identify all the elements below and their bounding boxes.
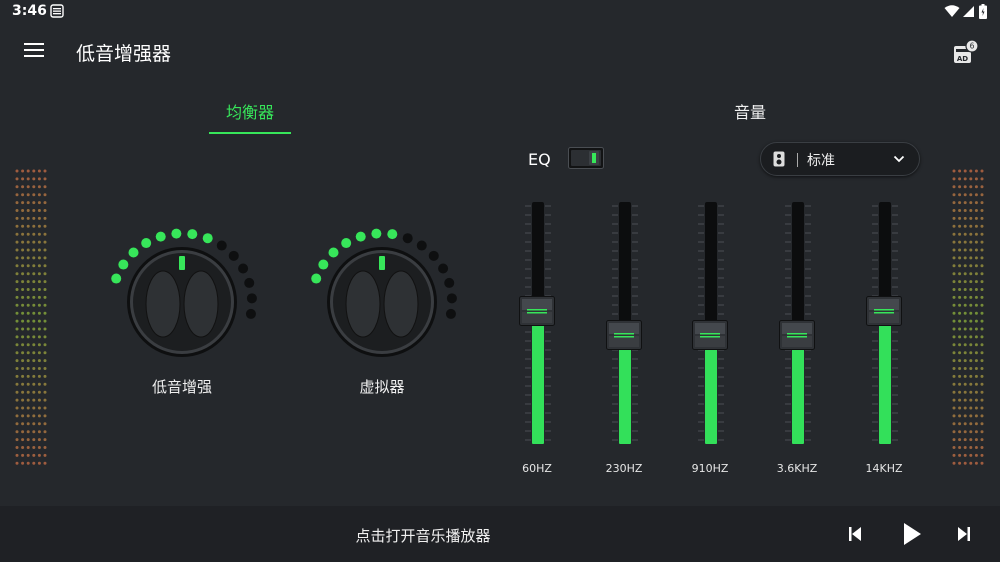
knob-level-dot-on (111, 273, 122, 284)
left-level-meter (15, 169, 47, 465)
knob-level-dot-on (155, 231, 166, 242)
eq-slider-handle[interactable] (519, 295, 555, 326)
eq-band-label: 910HZ (691, 462, 729, 475)
knob-level-dot-on (118, 259, 129, 270)
eq-toggle-switch[interactable] (568, 147, 604, 169)
knob-level-dot-off (244, 277, 255, 288)
knob-level-dot-off (216, 240, 227, 251)
svg-text:AD: AD (957, 55, 968, 63)
bass-boost-label: 低音增强 (151, 378, 212, 396)
knob-level-dot-on (202, 233, 213, 244)
play-icon[interactable] (902, 522, 922, 546)
tab-volume-label: 音量 (733, 103, 766, 122)
eq-slider-fill (879, 310, 891, 444)
knob-level-dot-off (246, 293, 257, 304)
knob-level-dot-off (245, 308, 256, 319)
preset-dropdown[interactable]: 标准 (760, 142, 920, 176)
knob-level-dot-off (238, 263, 249, 274)
next-track-icon[interactable] (957, 526, 971, 542)
eq-slider-fill (705, 335, 717, 444)
right-level-meter (952, 169, 984, 465)
eq-slider-handle[interactable] (866, 295, 902, 326)
remove-ads-icon[interactable]: AD 6 (950, 38, 980, 68)
virtualizer-knob-dial (311, 228, 457, 357)
eq-slider-14khz[interactable] (864, 200, 904, 448)
eq-slider-handle[interactable] (692, 320, 728, 351)
knob-level-dot-on (371, 228, 382, 239)
knob-level-dot-on (171, 228, 182, 239)
virtualizer-label: 虚拟器 (359, 378, 405, 396)
signal-icon (963, 6, 974, 17)
tab-volume[interactable]: 音量 (700, 96, 800, 134)
knob-level-dot-off (228, 250, 239, 261)
knob-level-dot-off (446, 293, 457, 304)
app-bar: 低音增强器 AD 6 (0, 24, 1000, 82)
speaker-icon (773, 151, 785, 167)
knob-level-dot-on (141, 238, 152, 249)
eq-slider-3.6khz[interactable] (777, 200, 817, 448)
eq-band-label: 60HZ (522, 462, 552, 475)
tab-equalizer[interactable]: 均衡器 (209, 96, 291, 134)
eq-slider-60hz[interactable] (517, 200, 557, 448)
svg-text:6: 6 (970, 42, 975, 51)
knob-level-dot-on (328, 247, 339, 258)
eq-slider-230hz[interactable] (604, 200, 644, 448)
player-bar: 点击打开音乐播放器 (0, 506, 1000, 562)
eq-slider-handle[interactable] (779, 320, 815, 351)
eq-label: EQ (528, 150, 551, 169)
battery-icon (979, 4, 987, 19)
knob-level-dot-off (416, 240, 427, 251)
virtualizer-knob[interactable] (302, 222, 462, 362)
previous-track-icon[interactable] (848, 526, 862, 542)
tab-equalizer-label: 均衡器 (225, 103, 274, 122)
eq-slider-fill (619, 335, 631, 444)
eq-slider-910hz[interactable] (690, 200, 730, 448)
knob-level-dot-on (387, 229, 398, 240)
status-bar: 3:46 (0, 0, 1000, 24)
eq-slider-fill (792, 335, 804, 444)
knob-level-dot-off (438, 263, 449, 274)
knob-level-dot-off (445, 308, 456, 319)
knob-level-dot-on (187, 229, 198, 240)
chevron-down-icon (893, 155, 905, 163)
eq-slider-handle[interactable] (606, 320, 642, 351)
knob-level-dot-on (311, 273, 322, 284)
preset-separator (797, 153, 798, 167)
knob-level-dot-on (341, 238, 352, 249)
knob-level-dot-off (428, 250, 439, 261)
preset-label: 标准 (807, 153, 835, 169)
menu-icon[interactable] (22, 39, 46, 63)
open-player-prompt[interactable]: 点击打开音乐播放器 (0, 525, 846, 546)
knob-level-dot-on (318, 259, 329, 270)
knob-level-dot-on (128, 247, 139, 258)
wifi-icon (944, 5, 960, 17)
bass-boost-knob-dial (111, 228, 257, 357)
notification-icon (50, 4, 64, 18)
knob-level-dot-off (444, 277, 455, 288)
knob-level-dot-off (402, 233, 413, 244)
eq-band-label: 3.6KHZ (776, 462, 818, 475)
app-title: 低音增强器 (76, 43, 172, 65)
eq-band-label: 14KHZ (865, 462, 903, 475)
status-time: 3:46 (12, 3, 47, 19)
eq-slider-fill (532, 310, 544, 444)
eq-band-label: 230HZ (605, 462, 643, 475)
knob-level-dot-on (355, 231, 366, 242)
bass-boost-knob[interactable] (102, 222, 262, 362)
